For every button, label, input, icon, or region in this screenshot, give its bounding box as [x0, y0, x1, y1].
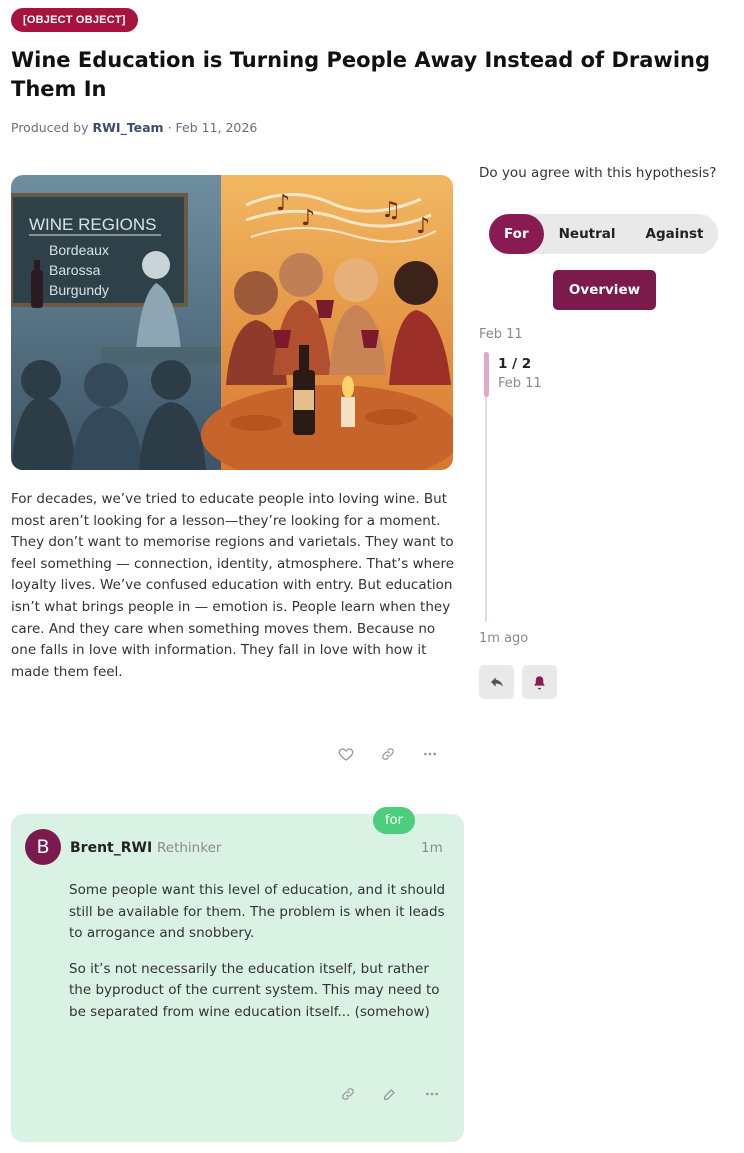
comment-paragraph: Some people want this level of education… [69, 882, 446, 942]
hero-illustration: WINE REGIONS Bordeaux Barossa Burgundy ♪… [11, 175, 453, 470]
overview-button[interactable]: Overview [553, 270, 656, 310]
timeline-start-date[interactable]: Feb 11 [479, 327, 523, 342]
music-note-icon: ♪ [301, 206, 315, 231]
music-note-icon: ♫ [381, 198, 401, 223]
comment-actions [338, 1084, 442, 1104]
notification-button[interactable] [522, 665, 557, 699]
edit-icon[interactable] [380, 1084, 400, 1104]
stance-badge: for [373, 807, 415, 834]
timeline-current-date: Feb 11 [498, 376, 542, 391]
hypothesis-question: Do you agree with this hypothesis? [479, 165, 717, 181]
comment-user-title: Rethinker [157, 840, 222, 856]
board-region-2: Barossa [49, 262, 101, 278]
byline-prefix: Produced by [11, 120, 93, 135]
hero-image: WINE REGIONS Bordeaux Barossa Burgundy ♪… [11, 175, 453, 470]
post-actions [336, 744, 440, 764]
reply-icon [490, 677, 503, 687]
reply-button[interactable] [479, 665, 514, 699]
more-icon[interactable] [420, 744, 440, 764]
post-date: · Feb 11, 2026 [163, 120, 258, 135]
category-tag[interactable]: [OBJECT OBJECT] [11, 8, 138, 32]
comment-body: Some people want this level of education… [69, 880, 449, 1038]
vote-for-button[interactable]: For [489, 214, 544, 254]
comment-timestamp[interactable]: 1m [421, 840, 443, 856]
comment-username[interactable]: Brent_RWI [70, 840, 152, 856]
comment-paragraph: So it’s not necessarily the education it… [69, 960, 440, 1020]
vote-against-button[interactable]: Against [630, 214, 719, 254]
sidebar-actions [479, 665, 557, 699]
board-region-3: Burgundy [49, 282, 109, 298]
topic-title: Wine Education is Turning People Away In… [11, 48, 711, 101]
vote-neutral-button[interactable]: Neutral [543, 214, 631, 254]
author-link[interactable]: RWI_Team [92, 120, 163, 135]
board-title: WINE REGIONS [29, 215, 157, 234]
vote-toggle: For Neutral Against [489, 214, 719, 254]
music-note-icon: ♪ [276, 191, 290, 216]
bell-icon [534, 675, 545, 689]
more-icon[interactable] [422, 1084, 442, 1104]
music-note-icon: ♪ [416, 214, 430, 239]
avatar[interactable]: B [25, 829, 61, 865]
heart-icon[interactable] [336, 744, 356, 764]
link-icon[interactable] [338, 1084, 358, 1104]
board-region-1: Bordeaux [49, 242, 109, 258]
byline: Produced by RWI_Team · Feb 11, 2026 [11, 120, 257, 135]
timeline-position: 1 / 2 [498, 356, 532, 372]
post-body: For decades, we’ve tried to educate peop… [11, 491, 455, 680]
link-icon[interactable] [378, 744, 398, 764]
timeline-handle[interactable] [484, 352, 489, 397]
timeline-end-date[interactable]: 1m ago [479, 631, 528, 646]
